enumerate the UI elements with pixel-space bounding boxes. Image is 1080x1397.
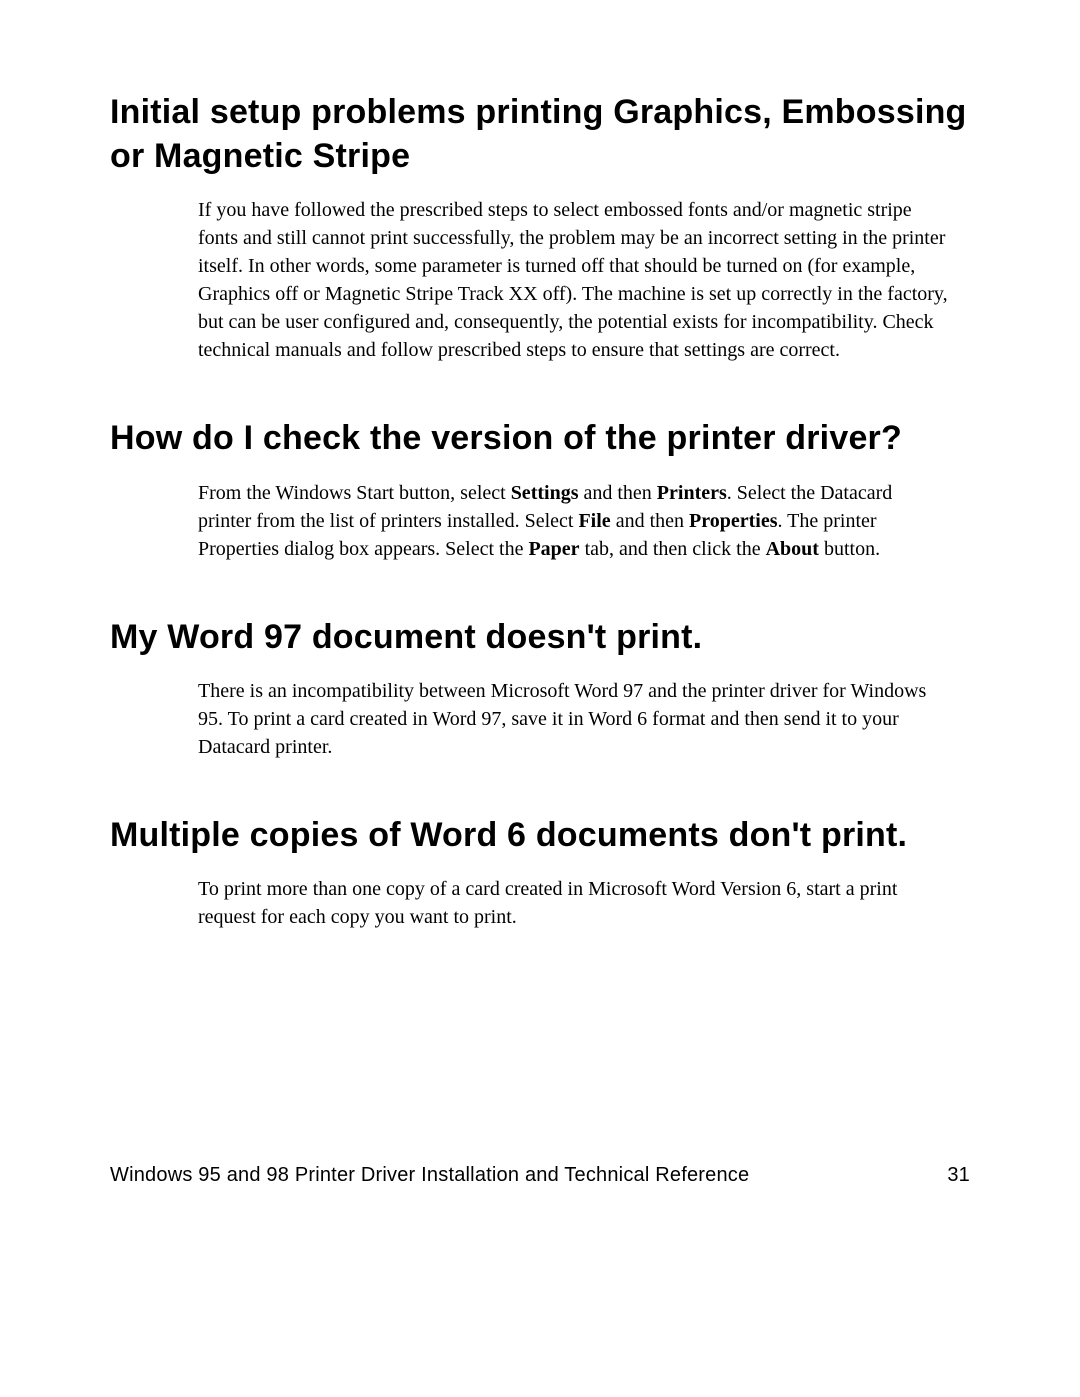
paragraph-text: There is an incompatibility between Micr… [198,677,950,761]
bold-text-run: About [766,538,819,560]
section-word6: Multiple copies of Word 6 documents don'… [110,813,970,931]
bold-text-run: Paper [528,538,579,560]
bold-text-run: Properties [689,510,778,532]
section-check-version: How do I check the version of the printe… [110,416,970,562]
text-run: From the Windows Start button, select [198,482,511,504]
text-run: and then [611,510,689,532]
body-word6: To print more than one copy of a card cr… [198,875,950,931]
heading-check-version: How do I check the version of the printe… [110,416,970,460]
bold-text-run: File [578,510,610,532]
text-run: tab, and then click the [580,538,766,560]
heading-initial-setup: Initial setup problems printing Graphics… [110,90,970,178]
heading-word6: Multiple copies of Word 6 documents don'… [110,813,970,857]
bold-text-run: Printers [657,482,727,504]
heading-word97: My Word 97 document doesn't print. [110,615,970,659]
paragraph-text: To print more than one copy of a card cr… [198,875,950,931]
bold-text-run: Settings [511,482,579,504]
paragraph-text: If you have followed the prescribed step… [198,196,950,364]
footer-title: Windows 95 and 98 Printer Driver Install… [110,1164,749,1187]
section-initial-setup: Initial setup problems printing Graphics… [110,90,970,364]
body-initial-setup: If you have followed the prescribed step… [198,196,950,364]
document-page: Initial setup problems printing Graphics… [0,0,1080,1397]
body-word97: There is an incompatibility between Micr… [198,677,950,761]
body-check-version: From the Windows Start button, select Se… [198,479,950,563]
text-run: button. [819,538,880,560]
text-run: and then [578,482,656,504]
section-word97: My Word 97 document doesn't print. There… [110,615,970,761]
footer-page-number: 31 [947,1164,970,1187]
page-footer: Windows 95 and 98 Printer Driver Install… [110,1164,970,1187]
paragraph-text: From the Windows Start button, select Se… [198,479,950,563]
